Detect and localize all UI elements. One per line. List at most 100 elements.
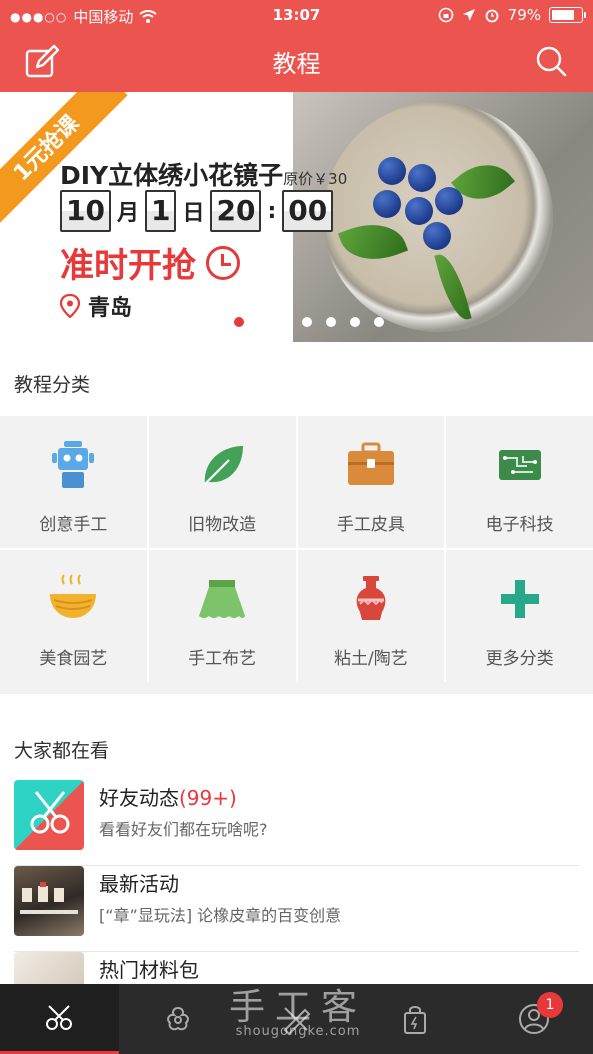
berry-shape	[373, 190, 401, 218]
category-creative[interactable]: 创意手工	[0, 416, 147, 548]
category-leather[interactable]: 手工皮具	[297, 416, 445, 548]
robot-icon	[52, 441, 95, 488]
pager-dot[interactable]	[302, 317, 312, 327]
location: 青岛	[60, 290, 132, 322]
day-unit: 日	[182, 201, 205, 226]
vase-icon	[356, 576, 386, 620]
nav-bar: 教程	[0, 30, 593, 92]
search-button[interactable]	[531, 42, 571, 82]
category-fabric[interactable]: 手工布艺	[148, 550, 296, 682]
alarm-icon	[485, 9, 499, 23]
brand-watermark: 手工客 shougongke.com	[228, 978, 368, 1039]
watermark-url: shougongke.com	[235, 1024, 361, 1039]
promo-banner[interactable]: 1元抢课 DIY立体绣小花镜子原价￥30 10 月 1 日 20 : 00 准时…	[0, 92, 593, 342]
day-box: 1	[144, 190, 177, 232]
friends-count: (99+)	[179, 786, 237, 810]
banner-product-name: DIY立体绣小花镜子	[60, 161, 284, 190]
tab-discover[interactable]	[119, 984, 238, 1054]
berry-shape	[405, 197, 433, 225]
clock-icon	[206, 245, 240, 280]
pager-dot[interactable]	[374, 317, 384, 327]
category-label: 粘土/陶艺	[334, 649, 408, 669]
category-section-title: 教程分类	[14, 374, 91, 396]
stamp-photo	[20, 882, 78, 914]
skirt-icon	[199, 580, 246, 618]
category-electronics[interactable]: 电子科技	[446, 416, 593, 548]
status-right: 79%	[438, 6, 586, 24]
time-colon: :	[267, 198, 277, 224]
app-header: ●●●○○ 中国移动 13:07 79% 教程	[0, 0, 593, 92]
category-more[interactable]: 更多分类	[446, 550, 593, 682]
mirror-hoop	[323, 102, 553, 332]
category-label: 电子科技	[485, 515, 554, 535]
berry-shape	[435, 187, 463, 215]
sale-cta: 准时开抢	[60, 238, 240, 287]
berry-shape	[423, 222, 451, 250]
popular-item-title: 好友动态(99+)	[99, 782, 237, 811]
category-label: 手工布艺	[188, 649, 257, 669]
tab-tutorials[interactable]	[0, 984, 119, 1054]
popular-item-title: 最新活动	[99, 872, 179, 896]
category-label: 美食园艺	[39, 649, 108, 669]
category-section: 教程分类 创意手工 旧物改造 手工皮具 电子科技 美食园艺 手工布艺 粘土/陶艺	[0, 342, 593, 682]
kits-thumb	[14, 952, 84, 984]
month-unit: 月	[116, 201, 139, 226]
cta-label: 准时开抢	[60, 246, 196, 286]
pager-dot[interactable]	[350, 317, 360, 327]
friends-title: 好友动态	[99, 786, 179, 810]
location-arrow-icon	[462, 9, 475, 21]
friends-thumb	[14, 780, 84, 850]
location-pin-icon	[60, 294, 80, 318]
popular-item-subtitle: [“章”显玩法] 论橡皮章的百变创意	[99, 906, 342, 925]
popular-item-friends[interactable]: 好友动态(99+) 看看好友们都在玩啥呢?	[14, 780, 579, 866]
popular-item-subtitle: 看看好友们都在玩啥呢?	[99, 820, 268, 839]
popular-section: 大家都在看 好友动态(99+) 看看好友们都在玩啥呢? 最新活动 [“章”显玩法…	[0, 694, 593, 984]
category-upcycle[interactable]: 旧物改造	[148, 416, 296, 548]
category-label: 更多分类	[485, 649, 554, 669]
hour-box: 20	[210, 190, 262, 232]
watermark-text: 手工客	[228, 987, 367, 1028]
tab-profile[interactable]: 1	[474, 984, 593, 1054]
leaf-shape	[434, 250, 472, 324]
location-label: 青岛	[88, 296, 133, 321]
month-box: 10	[60, 190, 111, 232]
circuit-icon	[498, 450, 541, 480]
category-label: 创意手工	[39, 515, 108, 535]
search-icon	[536, 46, 567, 77]
shopping-bag-icon	[404, 1006, 427, 1034]
banner-title: DIY立体绣小花镜子原价￥30	[60, 156, 347, 192]
status-bar: ●●●○○ 中国移动 13:07 79%	[0, 0, 593, 30]
leaf-shape	[337, 212, 409, 272]
plus-icon	[500, 580, 539, 618]
embroidery-mirror-photo	[293, 92, 593, 342]
popular-section-title: 大家都在看	[14, 740, 110, 762]
rotation-lock-icon	[438, 7, 453, 23]
flower-icon	[167, 1006, 189, 1031]
category-grid: 创意手工 旧物改造 手工皮具 电子科技 美食园艺 手工布艺 粘土/陶艺 更多分类	[0, 416, 593, 682]
leaf-icon	[204, 446, 244, 485]
battery-percent: 79%	[507, 6, 541, 24]
pager-dot[interactable]	[234, 317, 244, 327]
category-label: 旧物改造	[188, 515, 257, 535]
popular-item-events[interactable]: 最新活动 [“章”显玩法] 论橡皮章的百变创意	[14, 866, 579, 952]
page-title: 教程	[272, 50, 321, 78]
scissors-icon	[30, 791, 70, 834]
berry-shape	[378, 157, 406, 185]
berry-shape	[408, 164, 436, 192]
briefcase-icon	[347, 442, 394, 485]
food-bowl-icon	[50, 574, 97, 618]
sale-date: 10 月 1 日 20 : 00	[60, 190, 334, 232]
original-price: 原价￥30	[283, 170, 348, 188]
minute-box: 00	[282, 190, 334, 232]
tab-shop[interactable]	[356, 984, 475, 1054]
notification-badge: 1	[536, 992, 563, 1018]
battery-icon	[549, 7, 586, 23]
category-food[interactable]: 美食园艺	[0, 550, 147, 682]
pager-dot[interactable]	[326, 317, 336, 327]
scissors-icon	[46, 1004, 73, 1030]
category-clay[interactable]: 粘土/陶艺	[297, 550, 445, 682]
battery-fill	[552, 10, 575, 20]
popular-item-title: 热门材料包	[99, 958, 199, 982]
events-thumb	[14, 866, 84, 936]
category-label: 手工皮具	[336, 515, 405, 535]
